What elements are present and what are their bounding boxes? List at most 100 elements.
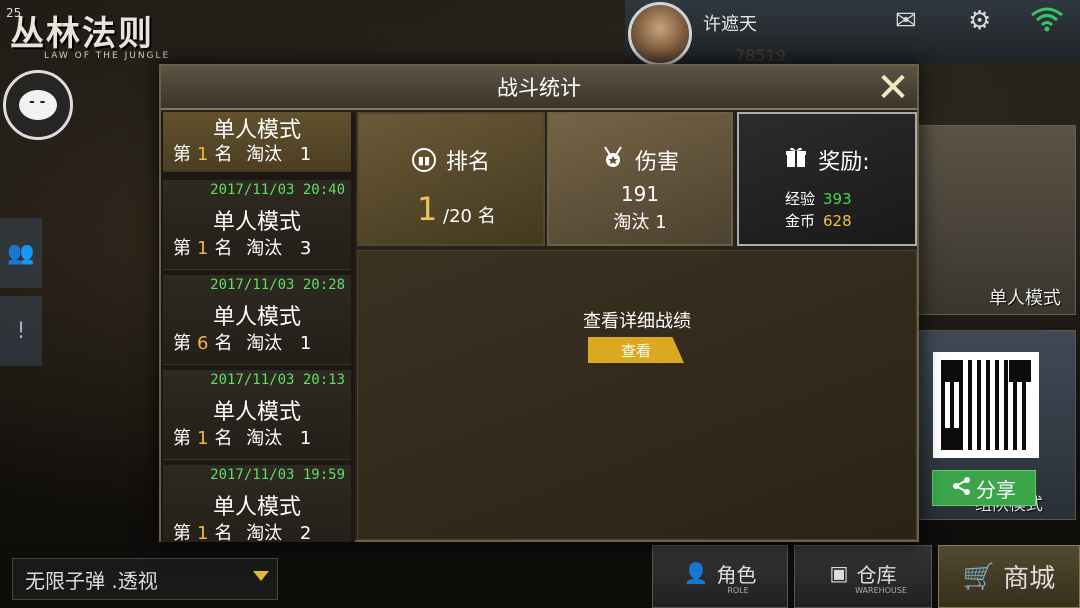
rank-prefix: 第 [173,144,191,165]
rank-suffix: 名 [214,144,233,165]
gear-icon[interactable]: ⚙ [968,6,991,36]
top-bar [625,0,1080,62]
match-result: 第1名 淘汰 1 [173,140,311,166]
match-rank: 1 [197,428,209,449]
battle-stats-dialog: 战斗统计 ✕ 单人模式 第1名 淘汰 1 2017/11/03 20:40 单人… [159,64,919,542]
gift-icon [784,145,808,175]
avatar[interactable] [628,2,692,66]
match-result: 第1名 淘汰 2 [173,519,311,542]
exp-value: 393 [823,190,852,208]
kill-count: 2 [299,523,312,542]
rank-panel: ▮▮ 排名 1 /20 名 [357,112,545,246]
dialog-header: 战斗统计 ✕ [161,66,917,110]
reward-exp-row: 经验 393 [785,188,852,209]
warehouse-sublabel: WAREHOUSE [855,585,907,595]
list-item[interactable]: 2017/11/03 20:13 单人模式 第1名 淘汰 1 [163,370,351,460]
cheat-select[interactable]: 无限子弹 .透视 [12,558,278,600]
warehouse-icon: ▣ [829,561,849,585]
mail-icon[interactable]: ✉ [895,6,917,36]
view-details-button[interactable]: 查看 [588,337,684,363]
reward-panel: 奖励: 经验 393 金币 628 [737,112,917,246]
rank-prefix: 第 [173,428,191,449]
rank-value: 1 [417,190,438,228]
rank-suffix: 名 [214,333,233,354]
rank-suffix: 名 [214,238,233,259]
wifi-icon [1030,6,1064,39]
reward-gold-row: 金币 628 [785,210,852,231]
rank-prefix: 第 [173,333,191,354]
kill-count: 3 [299,238,312,259]
gold-label: 金币 [785,212,816,230]
match-mode: 单人模式 [212,495,301,520]
friends-icon: 👥 [7,240,35,266]
detail-area: 查看详细战绩 查看 [357,250,917,540]
rank-prefix: 第 [173,238,191,259]
kill-label: 淘汰 [246,428,283,449]
ranking-icon: ▮▮ [411,148,436,172]
match-result: 第1名 淘汰 3 [173,234,311,260]
chevron-down-icon [253,571,269,581]
match-history-list[interactable]: 单人模式 第1名 淘汰 1 2017/11/03 20:40 单人模式 第1名 … [161,112,355,542]
player-name: 许遮天 [703,14,757,35]
notice-tab[interactable]: ! [0,296,42,366]
chat-button[interactable] [3,70,73,140]
share-label: 分享 [976,477,1016,502]
rank-suffix: 名 [214,523,233,542]
damage-label: 伤害 [634,150,679,175]
share-button[interactable]: 分享 [932,470,1036,506]
solo-mode-card[interactable]: 单人模式 [918,125,1076,315]
cheat-select-value: 无限子弹 .透视 [25,568,158,593]
kill-count: 1 [299,428,312,449]
role-sublabel: ROLE [727,585,749,595]
damage-panel: 伤害 191 淘汰 1 [547,112,733,246]
shop-label: 商城 [1003,564,1056,594]
match-rank: 1 [197,238,209,259]
shop-button[interactable]: 🛒 商城 [938,545,1080,608]
match-result: 第6名 淘汰 1 [173,329,311,355]
match-rank: 1 [197,144,209,165]
reward-label: 奖励: [818,150,870,175]
match-date: 2017/11/03 20:40 [210,182,345,198]
role-icon: 👤 [683,561,709,585]
solo-mode-label: 单人模式 [989,288,1061,309]
warehouse-button[interactable]: ▣ 仓库 WAREHOUSE [794,545,932,608]
close-button[interactable]: ✕ [875,68,911,108]
damage-value: 191 [620,182,660,206]
kill-label: 淘汰 [246,523,283,542]
match-date: 2017/11/03 20:13 [210,372,345,388]
cart-icon: 🛒 [962,561,996,592]
match-mode: 单人模式 [212,305,301,330]
friends-tab[interactable]: 👥 [0,218,42,288]
kill-count: 1 [299,144,312,165]
qr-code [933,352,1039,458]
list-item[interactable]: 单人模式 第1名 淘汰 1 [163,112,351,172]
kill-label: 淘汰 [246,238,283,259]
warehouse-label: 仓库 [856,562,897,587]
detail-text: 查看详细战绩 [583,311,691,332]
rank-prefix: 第 [173,523,191,542]
rank-label: 排名 [445,150,490,175]
role-button[interactable]: 👤 角色 ROLE [652,545,788,608]
medal-icon [601,145,625,175]
alert-icon: ! [16,318,26,344]
logo-title: 丛林法则 [10,14,154,54]
match-result: 第1名 淘汰 1 [173,424,311,450]
exp-label: 经验 [785,190,816,208]
match-rank: 6 [197,333,209,354]
gold-value: 628 [823,212,852,230]
match-mode: 单人模式 [212,400,301,425]
kill-count: 1 [299,333,312,354]
rank-suffix: 名 [214,428,233,449]
match-rank: 1 [197,523,209,542]
logo-subtitle: LAW OF THE JUNGLE [44,51,171,61]
match-date: 2017/11/03 19:59 [210,467,345,483]
damage-kills: 淘汰 1 [613,212,667,233]
list-item[interactable]: 2017/11/03 20:28 单人模式 第6名 淘汰 1 [163,275,351,365]
chat-bubble-icon [19,90,57,120]
list-item[interactable]: 2017/11/03 19:59 单人模式 第1名 淘汰 2 [163,465,351,542]
list-item[interactable]: 2017/11/03 20:40 单人模式 第1名 淘汰 3 [163,180,351,270]
match-mode: 单人模式 [212,210,301,235]
role-label: 角色 [716,562,757,587]
dialog-title: 战斗统计 [497,76,581,100]
game-logo: 丛林法则 LAW OF THE JUNGLE [10,6,170,61]
